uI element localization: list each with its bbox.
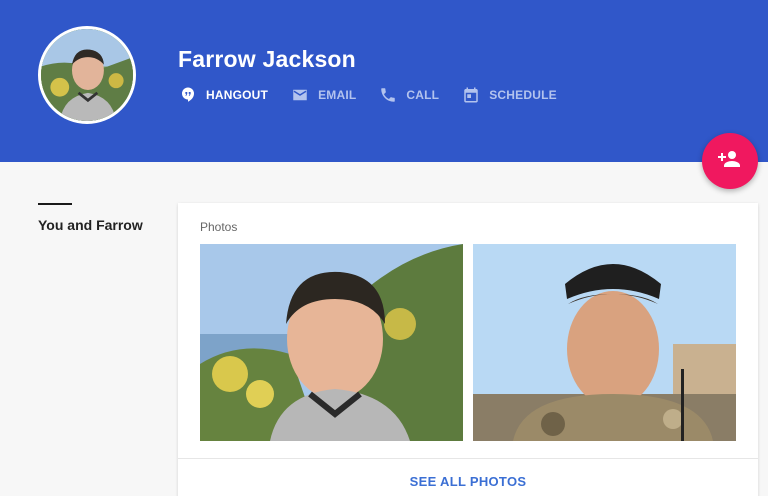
avatar[interactable]: [38, 26, 136, 124]
section-label: You and Farrow: [38, 217, 143, 233]
photo-image: [200, 244, 463, 441]
section-divider: [38, 203, 72, 205]
add-person-icon: [718, 147, 742, 176]
card-divider: [178, 458, 758, 459]
action-bar: HANGOUT EMAIL CALL SCHEDULE: [178, 84, 579, 106]
profile-header: Farrow Jackson HANGOUT EMAIL CALL SCHEDU…: [0, 0, 768, 162]
schedule-button[interactable]: SCHEDULE: [461, 85, 557, 105]
email-label: EMAIL: [318, 88, 357, 102]
photo-thumbnail[interactable]: [200, 244, 463, 441]
hangout-label: HANGOUT: [206, 88, 269, 102]
see-all-photos-link[interactable]: SEE ALL PHOTOS: [178, 474, 758, 489]
call-button[interactable]: CALL: [378, 85, 439, 105]
hangout-icon: [178, 85, 198, 105]
profile-name: Farrow Jackson: [178, 46, 356, 72]
photo-thumbnail[interactable]: [473, 244, 736, 441]
email-button[interactable]: EMAIL: [290, 85, 356, 105]
card-title: Photos: [200, 220, 238, 234]
avatar-photo: [41, 29, 133, 121]
photo-image: [473, 244, 736, 441]
hangout-button[interactable]: HANGOUT: [178, 85, 268, 105]
calendar-icon: [461, 85, 481, 105]
email-icon: [290, 85, 310, 105]
phone-icon: [378, 85, 398, 105]
call-label: CALL: [406, 88, 440, 102]
add-contact-button[interactable]: [702, 133, 758, 189]
photos-card: Photos SEE ALL PHOTOS: [178, 203, 758, 496]
schedule-label: SCHEDULE: [489, 88, 557, 102]
